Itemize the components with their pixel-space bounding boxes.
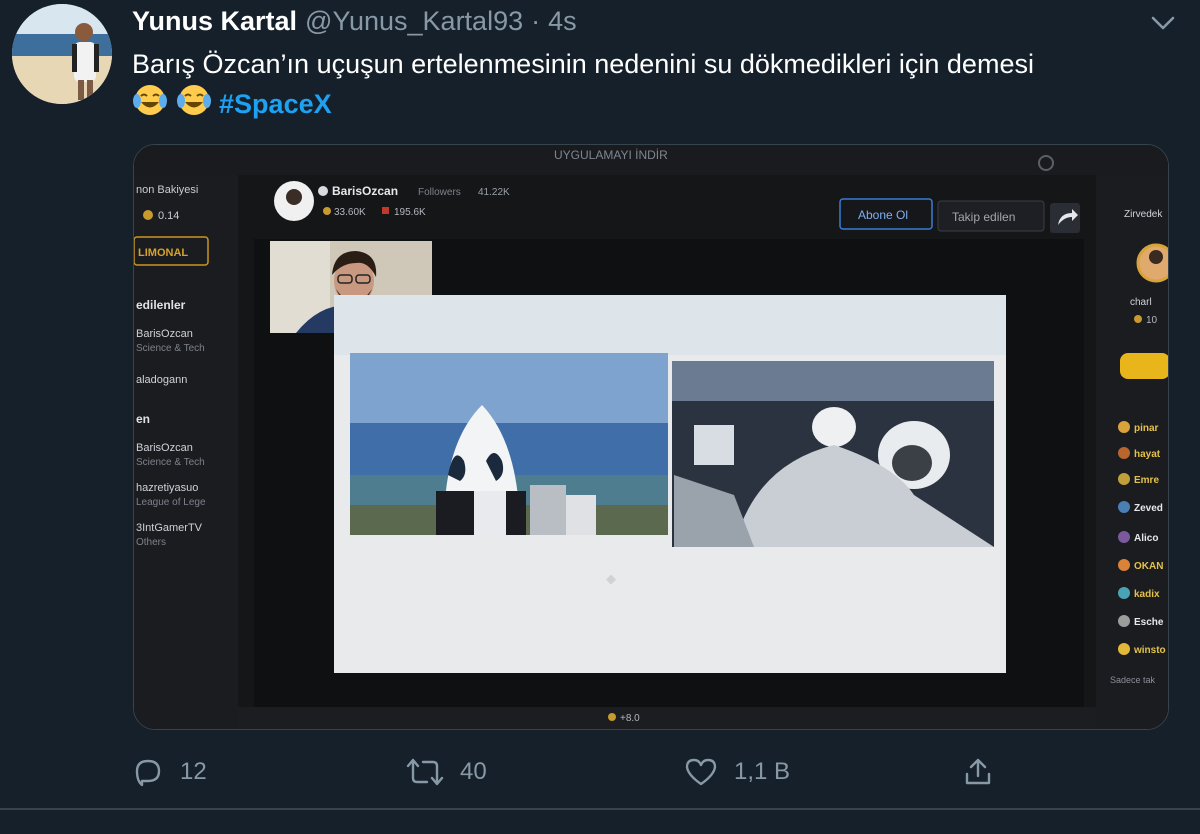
retweet-button[interactable]: 40: [406, 752, 487, 792]
sidebar-channel-name: BarisOzcan: [136, 328, 193, 340]
chat-user: hayat: [1134, 449, 1161, 460]
chat-user: pinar: [1134, 423, 1159, 434]
sidebar-channel-name: BarisOzcan: [136, 442, 193, 454]
channel-followers-count: 41.22K: [478, 187, 510, 198]
tears-of-joy-emoji-icon: [132, 83, 168, 127]
channel-followers-label: Followers: [418, 187, 461, 198]
sidebar-balance-value: 0.14: [158, 210, 179, 222]
nav-item-download: UYGULAMAYI İNDİR: [554, 148, 668, 162]
tweet-second-line: #SpaceX: [132, 83, 1172, 127]
sidebar-balance-label: non Bakiyesi: [136, 184, 198, 196]
share-upload-icon: [965, 758, 991, 785]
avatar[interactable]: [12, 4, 112, 104]
channel-stat-two: 195.6K: [394, 207, 426, 218]
chat-user: Alico: [1134, 533, 1158, 544]
follow-button: Takip edilen: [952, 210, 1015, 224]
tweet-header: Yunus Kartal @Yunus_Kartal93 · 4s: [132, 6, 577, 40]
channel-stat-one: 33.60K: [334, 207, 366, 218]
slide-watermark: ◆: [606, 571, 616, 586]
tweet-text: Barış Özcan’ın uçuşun ertelenmesinin ned…: [132, 46, 1172, 127]
author-handle[interactable]: @Yunus_Kartal93: [305, 6, 523, 37]
chat-footer: Sadece tak: [1110, 675, 1156, 685]
chat-user: Zeved: [1134, 503, 1163, 514]
tweet-body: Barış Özcan’ın uçuşun ertelenmesinin ned…: [132, 49, 1034, 79]
retweet-count: 40: [460, 758, 487, 785]
sidebar-channel-category: Science & Tech: [136, 457, 205, 468]
right-panel-heading: Zirvedek: [1124, 209, 1163, 220]
chat-user: Esche: [1134, 617, 1164, 628]
top-user-value: 10: [1146, 315, 1158, 326]
chat-user: kadix: [1134, 589, 1160, 600]
channel-name: BarisOzcan: [332, 184, 398, 198]
reply-button[interactable]: 12: [132, 752, 207, 792]
header-separator: ·: [531, 6, 541, 36]
sidebar-channel-name: hazretiyasuo: [136, 482, 198, 494]
sidebar-second-heading: en: [136, 412, 150, 426]
next-tweet-edge: [0, 812, 1200, 834]
reply-icon: [135, 759, 161, 787]
sidebar-channel-category: Science & Tech: [136, 343, 205, 354]
car-sticker: [1120, 353, 1168, 379]
sidebar-channel-category: League of Lege: [136, 497, 206, 508]
sidebar-limon-button: LIMONAL: [138, 247, 188, 259]
sidebar-channel-category: Others: [136, 537, 166, 548]
bottom-counter: +8.0: [620, 713, 640, 724]
more-options-button[interactable]: [1146, 6, 1180, 40]
sidebar-followed-heading: edilenler: [136, 298, 186, 312]
retweet-icon: [406, 758, 444, 786]
chevron-down-icon: [1151, 16, 1175, 30]
chat-user: Emre: [1134, 475, 1159, 486]
like-button[interactable]: 1,1 B: [684, 752, 790, 792]
hashtag-link[interactable]: #SpaceX: [219, 89, 332, 119]
sidebar-channel-name: 3IntGamerTV: [136, 522, 203, 534]
author-name[interactable]: Yunus Kartal: [132, 6, 297, 37]
tweet-timestamp[interactable]: 4s: [548, 6, 577, 37]
tweet-media-photo[interactable]: UYGULAMAYI İNDİR non Bakiyesi 0.14 LIMON…: [133, 144, 1169, 730]
avatar-photo: [12, 4, 112, 104]
chat-user: OKAN: [1134, 561, 1163, 572]
top-user-name: charl: [1130, 297, 1152, 308]
heart-icon: [685, 758, 717, 786]
tweet-card[interactable]: Yunus Kartal @Yunus_Kartal93 · 4s Barış …: [0, 0, 1200, 810]
like-count: 1,1 B: [734, 758, 791, 785]
chat-user: winsto: [1133, 645, 1166, 656]
reply-count: 12: [180, 758, 207, 785]
subscribe-button: Abone Ol: [858, 208, 908, 222]
share-tweet-button[interactable]: [962, 752, 994, 792]
sidebar-channel-name: aladogann: [136, 374, 187, 386]
tweet-actions: 12 40 1,1 B: [132, 752, 1012, 792]
tears-of-joy-emoji-icon: [176, 83, 212, 127]
